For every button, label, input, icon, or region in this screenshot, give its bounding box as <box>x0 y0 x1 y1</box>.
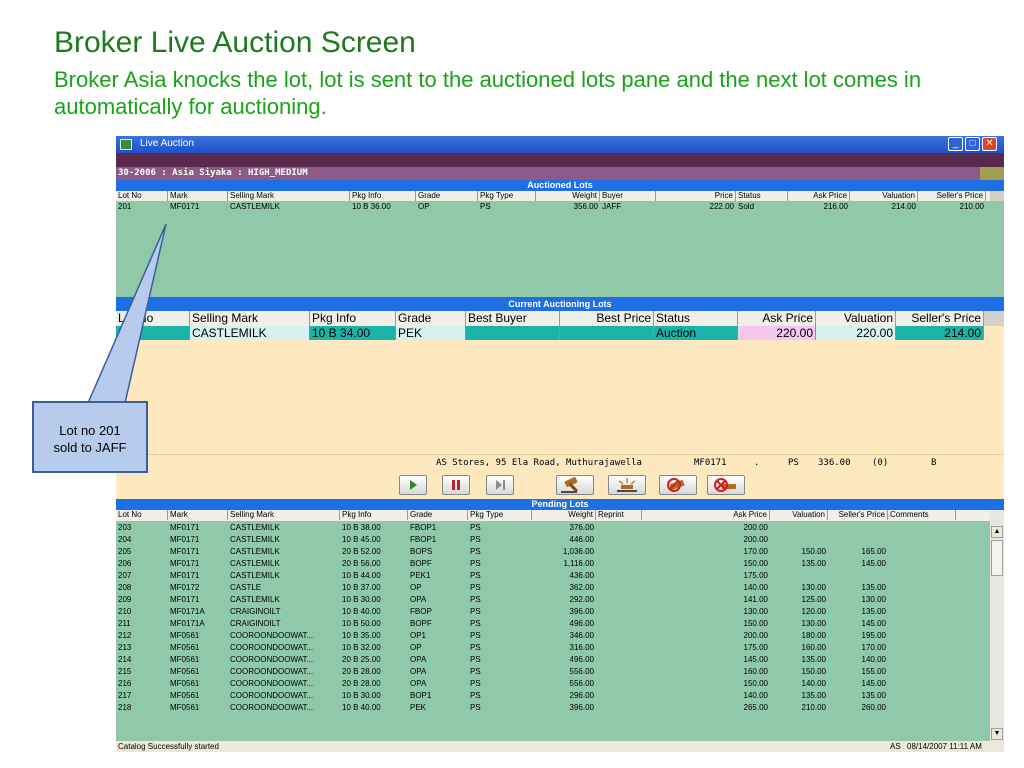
callout-box: Lot no 201 sold to JAFF <box>32 401 148 473</box>
callout-line-1: Lot no 201 <box>59 423 121 438</box>
callout-pointer <box>86 223 167 404</box>
callout-line-2: sold to JAFF <box>53 440 127 455</box>
